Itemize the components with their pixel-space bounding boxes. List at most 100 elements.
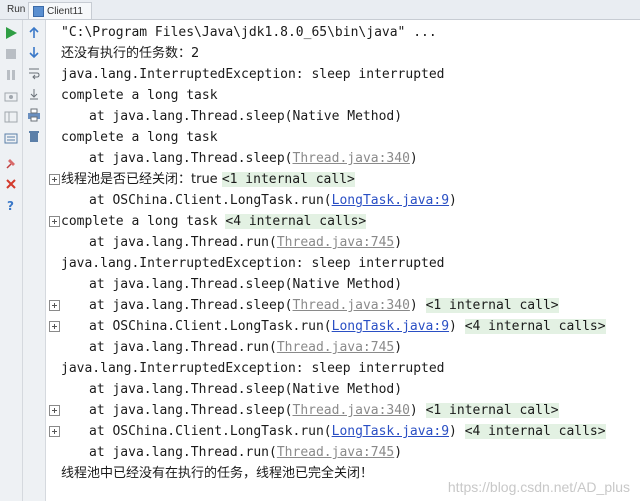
expand-icon[interactable] — [49, 426, 60, 437]
command-line: "C:\Program Files\Java\jdk1.8.0_65\bin\j… — [46, 22, 437, 43]
svg-text:?: ? — [7, 199, 14, 212]
console-line-text: 线程池中已经没有在执行的任务，线程池已完全关闭！ — [61, 466, 374, 481]
console-line: 线程池是否已经关闭：true <1 internal call> — [46, 169, 355, 190]
console-line-text: 还没有执行的任务数：2 — [61, 46, 200, 61]
stop-button[interactable] — [3, 46, 19, 62]
settings-button[interactable] — [3, 130, 19, 146]
console-line-text: at java.lang.Thread.sleep(Thread.java:34… — [89, 400, 559, 421]
folded-calls[interactable]: <4 internal calls> — [464, 319, 606, 334]
command-text: "C:\Program Files\Java\jdk1.8.0_65\bin\j… — [61, 25, 437, 40]
console-line: at java.lang.Thread.run(Thread.java:745) — [46, 337, 402, 358]
expand-icon[interactable] — [49, 216, 60, 227]
console-line: java.lang.InterruptedException: sleep in… — [46, 64, 445, 85]
console-line-text: complete a long task — [61, 130, 218, 145]
source-link[interactable]: LongTask.java:9 — [332, 319, 449, 334]
console-line-text: at java.lang.Thread.sleep(Native Method) — [89, 109, 403, 124]
console-line-text: at java.lang.Thread.sleep(Native Method) — [89, 277, 403, 292]
camera-icon — [4, 92, 18, 102]
folded-calls[interactable]: <4 internal calls> — [464, 424, 606, 439]
source-link[interactable]: Thread.java:745 — [277, 445, 394, 460]
folded-calls[interactable]: <1 internal call> — [425, 298, 559, 313]
print-button[interactable] — [26, 107, 42, 123]
pause-button[interactable] — [3, 67, 19, 83]
source-link[interactable]: LongTask.java:9 — [332, 424, 449, 439]
pause-icon — [7, 70, 15, 80]
expand-icon[interactable] — [49, 321, 60, 332]
folded-calls[interactable]: <1 internal call> — [425, 403, 559, 418]
line-text: 线程池是否已经关闭：true — [61, 172, 222, 187]
source-link[interactable]: Thread.java:745 — [277, 235, 394, 250]
watermark: https://blog.csdn.net/AD_plus — [447, 479, 630, 495]
soft-wrap-button[interactable] — [26, 65, 42, 81]
stack-frame-text: at OSChina.Client.LongTask.run( — [89, 193, 332, 208]
stack-frame-tail: ) — [394, 235, 403, 250]
console-line-text: at java.lang.Thread.run(Thread.java:745) — [89, 232, 402, 253]
console-line-text: at OSChina.Client.LongTask.run(LongTask.… — [89, 316, 606, 337]
console-line: at java.lang.Thread.run(Thread.java:745) — [46, 232, 402, 253]
source-link[interactable]: Thread.java:340 — [293, 151, 410, 166]
stack-frame-tail: ) — [394, 340, 403, 355]
console-line-text: at OSChina.Client.LongTask.run(LongTask.… — [89, 190, 457, 211]
tab-client11[interactable]: Client11 — [28, 2, 92, 19]
stack-frame-tail: ) — [449, 319, 457, 334]
console-line-text: complete a long task — [61, 88, 218, 103]
console-line: complete a long task — [46, 85, 218, 106]
arrow-up-icon — [29, 26, 39, 38]
down-stack-button[interactable] — [26, 44, 42, 60]
help-icon: ? — [7, 199, 14, 212]
stack-frame-text: at java.lang.Thread.sleep( — [89, 403, 293, 418]
run-label: Run — [7, 4, 26, 15]
folded-calls[interactable]: <1 internal call> — [221, 172, 355, 187]
console-line-text: java.lang.InterruptedException: sleep in… — [61, 256, 445, 271]
console-line: complete a long task <4 internal calls> — [46, 211, 367, 232]
stack-frame-text: at OSChina.Client.LongTask.run( — [89, 424, 332, 439]
console-line: at java.lang.Thread.sleep(Native Method) — [46, 106, 402, 127]
stack-frame-text: at java.lang.Thread.run( — [89, 235, 277, 250]
up-stack-button[interactable] — [26, 25, 42, 41]
expand-icon[interactable] — [49, 300, 60, 311]
clear-all-button[interactable] — [26, 128, 42, 144]
source-link[interactable]: Thread.java:340 — [293, 403, 410, 418]
console-line: 线程池中已经没有在执行的任务，线程池已完全关闭！ — [46, 463, 373, 484]
console-line: 还没有执行的任务数：2 — [46, 43, 199, 64]
source-link[interactable]: LongTask.java:9 — [332, 193, 449, 208]
restore-layout-button[interactable] — [3, 109, 19, 125]
close-button[interactable] — [3, 176, 19, 192]
console-line-text: complete a long task <4 internal calls> — [61, 211, 367, 232]
console-line: at java.lang.Thread.sleep(Native Method) — [46, 379, 402, 400]
source-link[interactable]: Thread.java:340 — [293, 298, 410, 313]
console-line: complete a long task — [46, 127, 218, 148]
help-button[interactable]: ? — [3, 197, 19, 213]
console-line: at java.lang.Thread.sleep(Thread.java:34… — [46, 148, 418, 169]
console-line-text: at OSChina.Client.LongTask.run(LongTask.… — [89, 421, 606, 442]
console-line-text: at java.lang.Thread.run(Thread.java:745) — [89, 442, 402, 463]
console-line-text: at java.lang.Thread.sleep(Thread.java:34… — [89, 295, 559, 316]
stack-frame-tail: ) — [449, 193, 457, 208]
console-line-text: java.lang.InterruptedException: sleep in… — [61, 361, 445, 376]
expand-icon[interactable] — [49, 405, 60, 416]
folded-calls[interactable]: <4 internal calls> — [225, 214, 367, 229]
dump-threads-button[interactable] — [3, 88, 19, 104]
expand-icon[interactable] — [49, 174, 60, 185]
console-line: at OSChina.Client.LongTask.run(LongTask.… — [46, 190, 457, 211]
stack-frame-tail: ) — [394, 445, 403, 460]
scroll-end-icon — [30, 89, 38, 100]
run-tool-window-header: Run Client11 — [0, 0, 640, 20]
layout-icon — [4, 111, 18, 123]
console-line-text: 线程池是否已经关闭：true <1 internal call> — [61, 169, 355, 190]
stack-frame-text: at OSChina.Client.LongTask.run( — [89, 319, 332, 334]
console-line: at java.lang.Thread.run(Thread.java:745) — [46, 442, 402, 463]
scroll-to-end-button[interactable] — [26, 86, 42, 102]
run-toolbar-primary: ? — [0, 20, 23, 501]
console-line: java.lang.InterruptedException: sleep in… — [46, 358, 445, 379]
console-output[interactable]: "C:\Program Files\Java\jdk1.8.0_65\bin\j… — [46, 20, 640, 501]
stack-frame-text: at java.lang.Thread.sleep( — [89, 151, 293, 166]
source-link[interactable]: Thread.java:745 — [277, 340, 394, 355]
trash-icon — [29, 131, 39, 142]
console-line-text: java.lang.InterruptedException: sleep in… — [61, 67, 445, 82]
rerun-button[interactable] — [3, 25, 19, 41]
pin-button[interactable] — [3, 155, 19, 171]
arrow-down-icon — [29, 47, 39, 59]
wrap-icon — [29, 68, 40, 80]
settings-icon — [4, 133, 18, 144]
